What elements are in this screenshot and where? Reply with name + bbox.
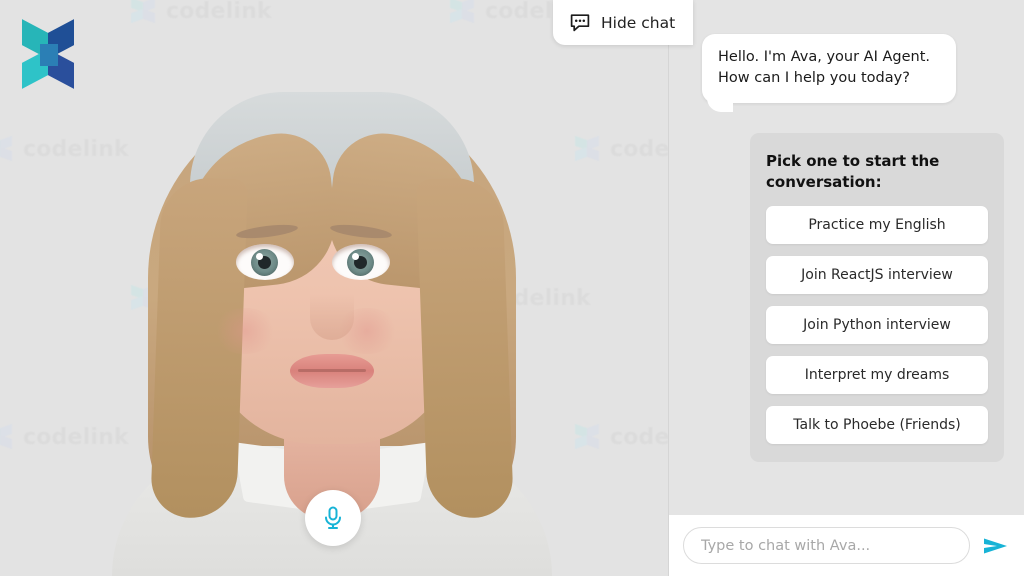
avatar-cheek-left (212, 308, 278, 354)
chat-input[interactable] (683, 527, 970, 564)
watermark: codelink (575, 423, 668, 450)
suggestion-button-reactjs-interview[interactable]: Join ReactJS interview (766, 256, 988, 294)
suggestion-card-title: Pick one to start the conversation: (766, 152, 940, 191)
avatar-hair-right (416, 176, 514, 520)
watermark-label: codelink (166, 0, 272, 24)
avatar-iris-left (251, 249, 278, 276)
watermark: codelink (575, 135, 668, 162)
send-button[interactable] (980, 530, 1012, 562)
suggestion-button-interpret-dreams[interactable]: Interpret my dreams (766, 356, 988, 394)
watermark: codelink (0, 423, 129, 450)
watermark: codelink (0, 135, 129, 162)
codelink-logo-icon (575, 135, 601, 162)
suggestion-button-talk-to-phoebe[interactable]: Talk to Phoebe (Friends) (766, 406, 988, 444)
agent-message-text: Hello. I'm Ava, your AI Agent. How can I… (718, 49, 931, 86)
avatar-eye-glint-right (352, 253, 359, 260)
avatar-iris-right (347, 249, 374, 276)
avatar-nose (310, 294, 354, 340)
watermark-label: codelink (610, 136, 668, 162)
agent-message-bubble: Hello. I'm Ava, your AI Agent. How can I… (702, 34, 956, 112)
avatar-eye-left (236, 244, 294, 280)
avatar-eye-glint-left (256, 253, 263, 260)
suggestion-button-python-interview[interactable]: Join Python interview (766, 306, 988, 344)
codelink-logo-icon (575, 423, 601, 450)
chat-bubble-icon (570, 13, 590, 31)
hide-chat-button[interactable]: Hide chat (553, 0, 694, 45)
avatar-mouth (290, 354, 374, 388)
microphone-button[interactable] (305, 490, 361, 546)
codelink-logo-icon (22, 19, 74, 90)
chat-message-list: Hello. I'm Ava, your AI Agent. How can I… (669, 0, 1024, 515)
watermark: codelink (131, 0, 272, 24)
chat-panel: Hello. I'm Ava, your AI Agent. How can I… (668, 0, 1024, 576)
codelink-logo-icon (131, 0, 157, 24)
send-arrow-icon (984, 538, 1007, 553)
watermark-label: codelink (610, 424, 668, 450)
codelink-logo-icon (450, 0, 476, 24)
avatar-stage: codelink codelink codelink codelink code… (0, 0, 668, 576)
hide-chat-label: Hide chat (601, 13, 676, 32)
microphone-icon (325, 506, 341, 529)
avatar-eye-right (332, 244, 390, 280)
codelink-logo-icon (0, 135, 14, 162)
suggestion-button-practice-english[interactable]: Practice my English (766, 206, 988, 244)
codelink-logo-icon (0, 423, 14, 450)
suggestion-card: Pick one to start the conversation: Prac… (750, 133, 1004, 462)
chat-input-bar (669, 515, 1024, 576)
